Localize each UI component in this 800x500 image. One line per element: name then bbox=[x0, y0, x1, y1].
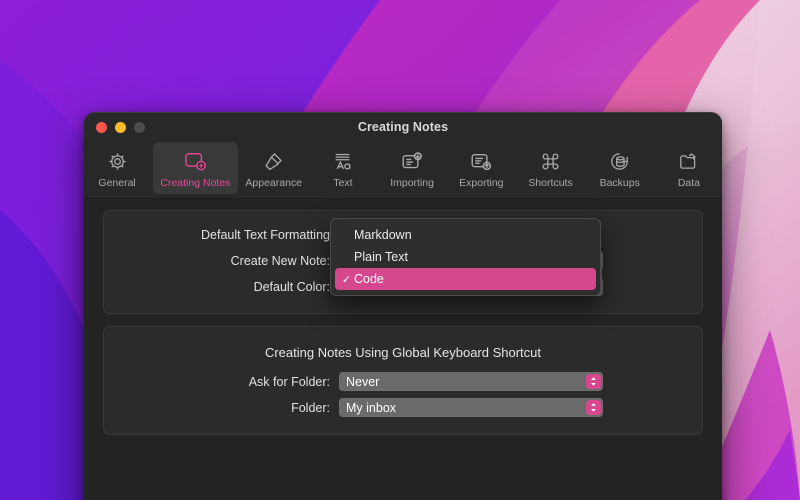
paint-brush-icon bbox=[263, 148, 284, 174]
tab-creating-notes-label: Creating Notes bbox=[160, 177, 231, 189]
tab-backups[interactable]: Backups bbox=[587, 142, 653, 194]
checkmark-icon: ✓ bbox=[339, 229, 354, 242]
preferences-window: Creating Notes General Creating Notes Ap… bbox=[84, 112, 722, 500]
note-plus-icon bbox=[184, 148, 207, 174]
tab-shortcuts-label: Shortcuts bbox=[528, 177, 573, 189]
dropdown-item-code[interactable]: ✓ Code bbox=[335, 268, 596, 290]
folder-select[interactable]: My inbox bbox=[339, 398, 603, 417]
ask-for-folder-select[interactable]: Never bbox=[339, 372, 603, 391]
tab-creating-notes[interactable]: Creating Notes bbox=[153, 142, 238, 194]
checkmark-icon: ✓ bbox=[341, 273, 352, 286]
tab-importing-label: Importing bbox=[390, 177, 434, 189]
chevron-up-down-icon[interactable] bbox=[586, 374, 601, 389]
folder-label: Folder: bbox=[291, 400, 330, 415]
folder-stack-icon bbox=[678, 148, 699, 174]
dropdown-item-plain-text-label: Plain Text bbox=[354, 250, 408, 264]
tab-general[interactable]: General bbox=[84, 142, 150, 194]
dropdown-item-code-label: Code bbox=[354, 272, 384, 286]
zoom-window-button[interactable] bbox=[134, 122, 145, 133]
text-format-icon bbox=[332, 148, 353, 174]
command-key-icon bbox=[540, 148, 561, 174]
tab-appearance-label: Appearance bbox=[245, 177, 303, 189]
default-color-label: Default Color: bbox=[253, 279, 330, 294]
folder-value: My inbox bbox=[346, 400, 397, 415]
global-shortcut-group-title: Creating Notes Using Global Keyboard Sho… bbox=[264, 345, 542, 360]
tab-text-label: Text bbox=[333, 177, 353, 189]
dropdown-item-markdown[interactable]: ✓ Markdown bbox=[335, 224, 596, 246]
tab-exporting[interactable]: Exporting bbox=[448, 142, 514, 194]
preferences-toolbar: General Creating Notes Appearance Text I… bbox=[84, 141, 722, 199]
import-document-icon bbox=[401, 148, 423, 174]
chevron-up-down-icon[interactable] bbox=[586, 400, 601, 415]
global-shortcut-group: Creating Notes Using Global Keyboard Sho… bbox=[103, 326, 703, 435]
gear-icon bbox=[107, 148, 128, 174]
default-text-formatting-label: Default Text Formatting bbox=[201, 227, 330, 242]
window-titlebar[interactable]: Creating Notes bbox=[84, 113, 722, 141]
tab-importing[interactable]: Importing bbox=[379, 142, 445, 194]
row-ask-for-folder: Ask for Folder: Never bbox=[104, 372, 702, 391]
tab-data-label: Data bbox=[677, 177, 701, 189]
tab-backups-label: Backups bbox=[599, 177, 640, 189]
tab-data[interactable]: Data bbox=[656, 142, 722, 194]
default-text-formatting-dropdown-menu[interactable]: ✓ Markdown ✓ Plain Text ✓ Code bbox=[330, 218, 601, 296]
tab-shortcuts[interactable]: Shortcuts bbox=[517, 142, 583, 194]
window-title: Creating Notes bbox=[357, 120, 449, 134]
tab-text[interactable]: Text bbox=[310, 142, 376, 194]
close-window-button[interactable] bbox=[96, 122, 107, 133]
checkmark-icon: ✓ bbox=[339, 251, 354, 264]
traffic-light-buttons bbox=[96, 122, 145, 133]
export-document-icon bbox=[470, 148, 492, 174]
dropdown-item-plain-text[interactable]: ✓ Plain Text bbox=[335, 246, 596, 268]
ask-for-folder-label: Ask for Folder: bbox=[248, 374, 330, 389]
backup-disk-icon bbox=[609, 148, 630, 174]
row-folder: Folder: My inbox bbox=[104, 398, 702, 417]
dropdown-item-markdown-label: Markdown bbox=[354, 228, 412, 242]
minimize-window-button[interactable] bbox=[115, 122, 126, 133]
tab-exporting-label: Exporting bbox=[459, 177, 504, 189]
create-new-note-label: Create New Note: bbox=[230, 253, 330, 268]
tab-appearance[interactable]: Appearance bbox=[241, 142, 307, 194]
ask-for-folder-value: Never bbox=[346, 374, 380, 389]
tab-general-label: General bbox=[98, 177, 136, 189]
